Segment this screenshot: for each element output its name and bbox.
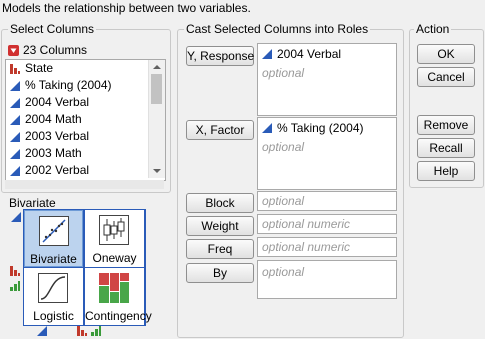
continuous-icon [10, 114, 20, 125]
nominal-icon [10, 63, 20, 74]
x-factor-button[interactable]: X, Factor [186, 120, 254, 140]
continuous-icon [10, 165, 20, 176]
weight-placeholder: optional numeric [262, 217, 351, 231]
remove-button[interactable]: Remove [417, 115, 475, 135]
oneway-cell[interactable]: Oneway [85, 210, 144, 267]
list-item-label: 2002 Verbal [25, 163, 90, 177]
roles-legend: Cast Selected Columns into Roles [184, 22, 371, 36]
continuous-icon [10, 148, 20, 159]
cancel-button[interactable]: Cancel [417, 67, 475, 87]
block-button[interactable]: Block [186, 193, 254, 213]
by-placeholder: optional [262, 265, 305, 279]
list-item[interactable]: 2004 Verbal [6, 94, 148, 111]
logistic-curve-icon [38, 273, 68, 303]
list-scrollbar[interactable] [148, 60, 165, 178]
contingency-cell-label: Contingency [85, 309, 152, 323]
scroll-down-arrow-icon[interactable] [149, 164, 165, 178]
logistic-cell-label: Logistic [33, 309, 74, 323]
freq-placeholder: optional numeric [262, 240, 351, 254]
x-factor-placeholder: optional [262, 140, 305, 154]
by-role-box[interactable]: optional [257, 260, 397, 299]
list-horizontal-scrollbar[interactable] [5, 180, 164, 189]
oneway-cell-label: Oneway [92, 251, 137, 265]
freq-button[interactable]: Freq [186, 239, 254, 259]
list-item[interactable]: 2002 Verbal [6, 162, 148, 179]
roles-panel: Cast Selected Columns into Roles Y, Resp… [177, 22, 404, 338]
recall-button[interactable]: Recall [417, 138, 475, 158]
x-nominal-marker-icon [77, 326, 87, 336]
action-panel: Action OK Cancel Remove Recall Help [409, 22, 484, 188]
x-factor-role-box[interactable]: % Taking (2004) optional [257, 117, 397, 190]
red-triangle-menu-icon[interactable] [8, 44, 19, 56]
continuous-icon [10, 97, 20, 108]
bivariate-cell[interactable]: Bivariate [24, 210, 83, 267]
list-item-label: State [25, 61, 54, 75]
select-columns-panel: Select Columns 23 Columns State % Taking … [1, 22, 171, 193]
y-ordinal-marker-icon [10, 281, 20, 291]
platform-description: Models the relationship between two vari… [2, 1, 251, 15]
y-nominal-marker-icon [10, 266, 20, 276]
list-item[interactable]: 2003 Verbal [6, 128, 148, 145]
column-count-label: 23 Columns [23, 43, 88, 57]
list-item-label: 2004 Verbal [25, 95, 90, 109]
block-role-box[interactable]: optional [257, 191, 397, 211]
help-button[interactable]: Help [417, 161, 475, 181]
mosaic-plot-icon [99, 273, 129, 303]
continuous-icon [10, 80, 20, 91]
boxplot-icon [99, 215, 129, 245]
list-item-label: % Taking (2004) [25, 78, 112, 92]
continuous-icon [262, 49, 272, 59]
select-columns-legend: Select Columns [8, 22, 97, 36]
action-legend: Action [414, 22, 452, 36]
list-item[interactable]: 2004 Math [6, 111, 148, 128]
list-item-label: 2003 Math [25, 146, 82, 160]
list-item-label: 2004 Math [25, 112, 82, 126]
y-response-value[interactable]: 2004 Verbal [277, 47, 341, 61]
scroll-thumb[interactable] [151, 74, 162, 104]
list-item[interactable]: % Taking (2004) [6, 77, 148, 94]
scatterplot-icon [39, 216, 69, 246]
scroll-up-arrow-icon[interactable] [149, 60, 165, 74]
contingency-cell[interactable]: Contingency [85, 268, 152, 325]
by-button[interactable]: By [186, 263, 254, 283]
x-factor-value[interactable]: % Taking (2004) [277, 121, 364, 135]
bivariate-cell-label: Bivariate [30, 252, 77, 266]
list-item[interactable]: 2003 Math [6, 145, 148, 162]
x-ordinal-marker-icon [91, 326, 101, 336]
list-item[interactable]: State [6, 60, 148, 77]
column-list[interactable]: State % Taking (2004) 2004 Verbal 2004 Math… [5, 59, 166, 181]
weight-role-box[interactable]: optional numeric [257, 214, 397, 234]
y-response-placeholder: optional [262, 66, 305, 80]
y-response-button[interactable]: Y, Response [186, 46, 254, 66]
continuous-icon [262, 123, 272, 133]
list-item-label: 2003 Verbal [25, 129, 90, 143]
column-count-dropdown[interactable]: 23 Columns [8, 42, 87, 58]
block-placeholder: optional [262, 194, 305, 208]
freq-role-box[interactable]: optional numeric [257, 237, 397, 257]
platform-grid: Bivariate Oneway Logistic Contingency [23, 209, 152, 326]
y-continuous-marker-icon [11, 212, 21, 222]
continuous-icon [10, 131, 20, 142]
ok-button[interactable]: OK [417, 44, 475, 64]
x-continuous-marker-icon [37, 326, 47, 336]
y-response-role-box[interactable]: 2004 Verbal optional [257, 43, 397, 116]
bivariate-title: Bivariate [9, 196, 56, 210]
weight-button[interactable]: Weight [186, 216, 254, 236]
logistic-cell[interactable]: Logistic [24, 268, 83, 325]
